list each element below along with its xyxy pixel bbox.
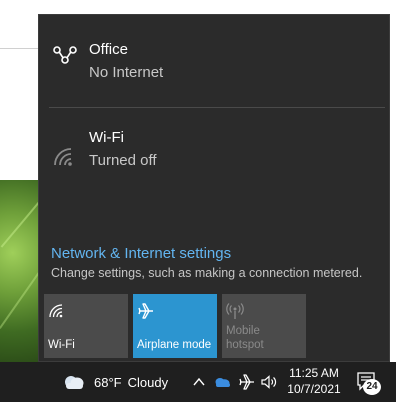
airplane-icon xyxy=(137,302,155,320)
network-settings-description: Change settings, such as making a connec… xyxy=(51,266,363,280)
volume-icon[interactable] xyxy=(260,373,278,391)
background-window-area xyxy=(0,49,40,179)
weather-condition: Cloudy xyxy=(127,374,169,390)
cloud-icon xyxy=(62,372,86,392)
wifi-icon xyxy=(48,302,66,320)
tile-label-line1: Mobile xyxy=(226,325,260,337)
clock-date: 10/7/2021 xyxy=(287,382,341,396)
weather-temperature: 68°F xyxy=(94,374,122,390)
network-flyout: Office No Internet Wi-Fi Turned off Netw… xyxy=(38,14,390,362)
notification-count-badge: 24 xyxy=(363,379,381,395)
taskbar: 68°F Cloudy 11:25 AM 10/7/2021 24 xyxy=(0,362,396,402)
weather-widget[interactable]: 68°F Cloudy xyxy=(62,370,168,394)
airplane-mode-tray-icon[interactable] xyxy=(238,373,256,391)
divider xyxy=(49,107,385,108)
action-center-button[interactable]: 24 xyxy=(355,370,381,396)
desktop-wallpaper xyxy=(0,180,42,362)
onedrive-icon[interactable] xyxy=(213,373,231,391)
network-settings-link[interactable]: Network & Internet settings xyxy=(51,245,231,262)
clock-time: 11:25 AM xyxy=(289,366,339,380)
quick-action-airplane-mode[interactable]: Airplane mode xyxy=(133,294,217,358)
quick-action-wifi[interactable]: Wi-Fi xyxy=(44,294,128,358)
hotspot-icon xyxy=(226,302,244,320)
ethernet-icon xyxy=(51,41,79,69)
network-name: Wi-Fi xyxy=(89,129,124,146)
tile-label: Wi-Fi xyxy=(48,339,75,351)
chevron-up-icon[interactable] xyxy=(190,373,208,391)
quick-action-mobile-hotspot[interactable]: Mobile hotspot xyxy=(222,294,306,358)
tile-label-line2: hotspot xyxy=(226,339,264,351)
network-status: Turned off xyxy=(89,152,157,169)
wifi-off-icon xyxy=(51,143,79,171)
network-name: Office xyxy=(89,41,128,58)
network-status: No Internet xyxy=(89,64,164,81)
tile-label: Mobile hotspot xyxy=(226,324,264,352)
tile-label: Airplane mode xyxy=(137,339,212,351)
taskbar-clock[interactable]: 11:25 AM 10/7/2021 xyxy=(283,365,345,397)
network-item-wifi[interactable]: Wi-Fi Turned off xyxy=(39,123,389,193)
network-item-office[interactable]: Office No Internet xyxy=(39,33,389,103)
